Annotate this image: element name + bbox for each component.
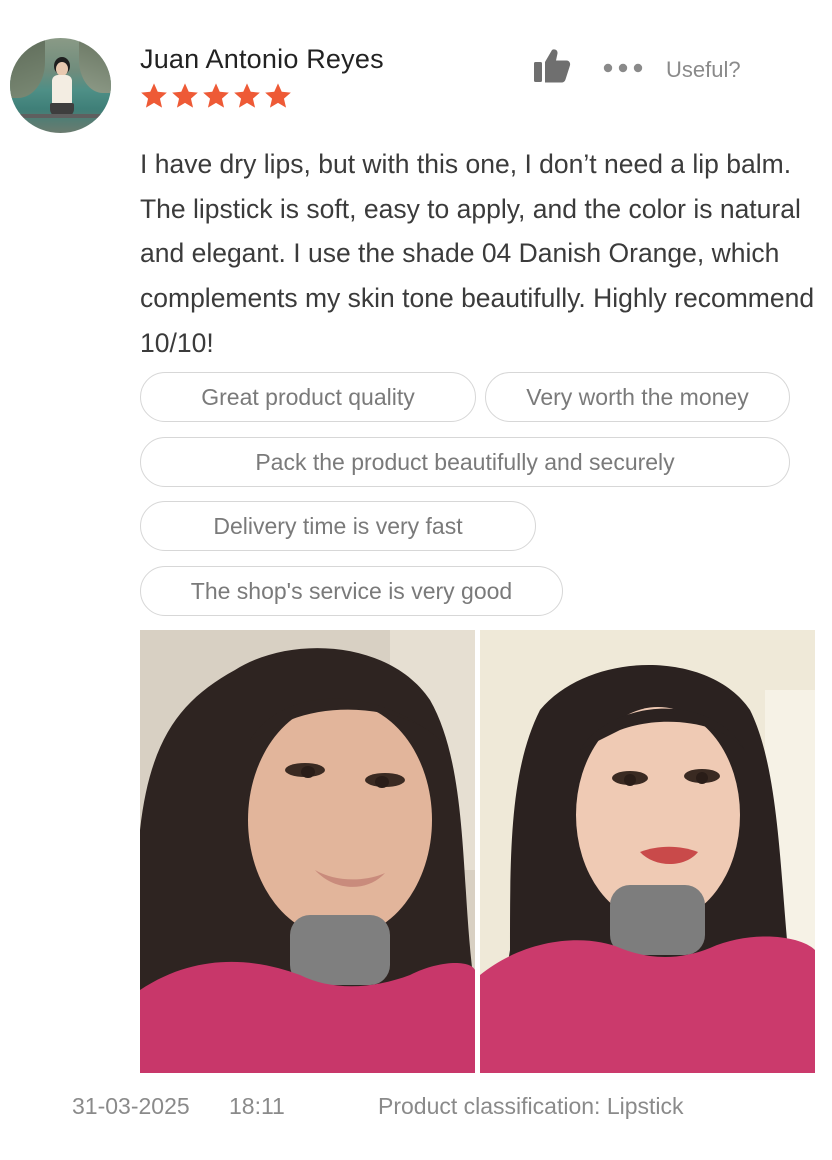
avatar-background xyxy=(10,38,45,98)
review-date: 31-03-2025 xyxy=(72,1093,190,1119)
review-photo-image xyxy=(140,630,475,1073)
useful-button[interactable]: Useful? xyxy=(666,57,741,83)
review-time: 18:11 xyxy=(229,1093,285,1119)
star-rating xyxy=(140,82,292,110)
avatar-rail xyxy=(10,114,111,118)
avatar-person-head xyxy=(56,62,68,76)
star-icon xyxy=(203,83,229,108)
star-icon xyxy=(172,83,198,108)
review-photo-image xyxy=(480,630,815,1073)
avatar[interactable] xyxy=(10,38,111,133)
product-classification: Product classification: Lipstick xyxy=(378,1093,684,1119)
more-dots-icon[interactable] xyxy=(602,58,644,78)
review-tag[interactable]: Great product quality xyxy=(140,372,476,422)
review-text: I have dry lips, but with this one, I do… xyxy=(140,149,815,358)
reviewer-name: Juan Antonio Reyes xyxy=(140,44,384,74)
avatar-background-right xyxy=(79,38,111,93)
star-icon xyxy=(234,83,260,108)
review-tag[interactable]: The shop's service is very good xyxy=(140,566,563,616)
review-tag[interactable]: Pack the product beautifully and securel… xyxy=(140,437,790,487)
review-photo[interactable] xyxy=(140,630,475,1073)
review-tag[interactable]: Very worth the money xyxy=(485,372,790,422)
review-photo[interactable] xyxy=(480,630,815,1073)
avatar-person-body xyxy=(52,75,72,105)
star-icon xyxy=(141,83,167,108)
thumbs-up-icon[interactable] xyxy=(533,48,571,84)
review-tag[interactable]: Delivery time is very fast xyxy=(140,501,536,551)
star-icon xyxy=(265,83,291,108)
